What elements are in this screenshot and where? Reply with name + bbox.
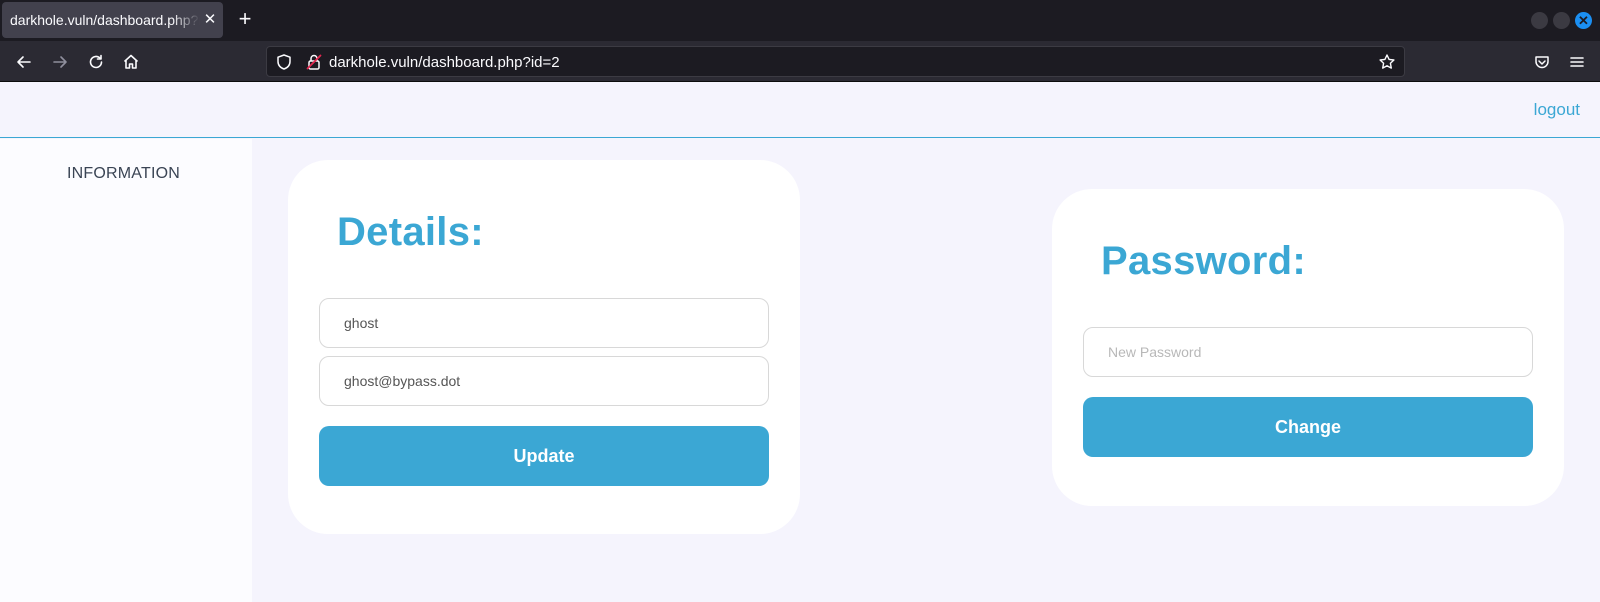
tab-close-icon[interactable]: ✕ [201, 11, 219, 29]
hamburger-menu-icon[interactable] [1567, 52, 1587, 72]
forward-arrow-icon[interactable] [50, 52, 70, 72]
home-icon[interactable] [121, 52, 141, 72]
update-button[interactable]: Update [319, 426, 769, 486]
new-password-field[interactable] [1083, 327, 1533, 377]
tab-title: darkhole.vuln/dashboard.php?id=2 [10, 12, 200, 28]
reload-icon[interactable] [86, 52, 106, 72]
change-button[interactable]: Change [1083, 397, 1533, 457]
password-card: Password: Change [1052, 189, 1564, 506]
page-content: logout INFORMATION Details: Update Passw… [0, 83, 1600, 602]
sidebar: INFORMATION [0, 139, 252, 602]
maximize-window-button[interactable] [1553, 12, 1570, 29]
address-bar[interactable]: darkhole.vuln/dashboard.php?id=2 [266, 46, 1405, 77]
url-text[interactable]: darkhole.vuln/dashboard.php?id=2 [329, 54, 560, 71]
shield-icon[interactable] [275, 53, 293, 71]
page-header: logout [0, 83, 1600, 138]
email-field[interactable] [319, 356, 769, 406]
browser-toolbar: darkhole.vuln/dashboard.php?id=2 [0, 41, 1600, 82]
sidebar-item-information[interactable]: INFORMATION [67, 165, 180, 183]
insecure-lock-icon[interactable] [305, 53, 323, 71]
pocket-icon[interactable] [1532, 52, 1552, 72]
back-arrow-icon[interactable] [14, 52, 34, 72]
details-title: Details: [337, 210, 484, 254]
username-field[interactable] [319, 298, 769, 348]
browser-tab-bar: darkhole.vuln/dashboard.php?id=2 ✕ + ✕ [0, 0, 1600, 41]
password-title: Password: [1101, 239, 1306, 283]
active-tab[interactable]: darkhole.vuln/dashboard.php?id=2 ✕ [2, 2, 223, 38]
logout-link[interactable]: logout [1534, 100, 1580, 120]
close-window-button[interactable]: ✕ [1575, 12, 1592, 29]
details-card: Details: Update [288, 160, 800, 534]
bookmark-star-icon[interactable] [1378, 53, 1396, 71]
new-tab-button[interactable]: + [233, 8, 257, 32]
minimize-window-button[interactable] [1531, 12, 1548, 29]
